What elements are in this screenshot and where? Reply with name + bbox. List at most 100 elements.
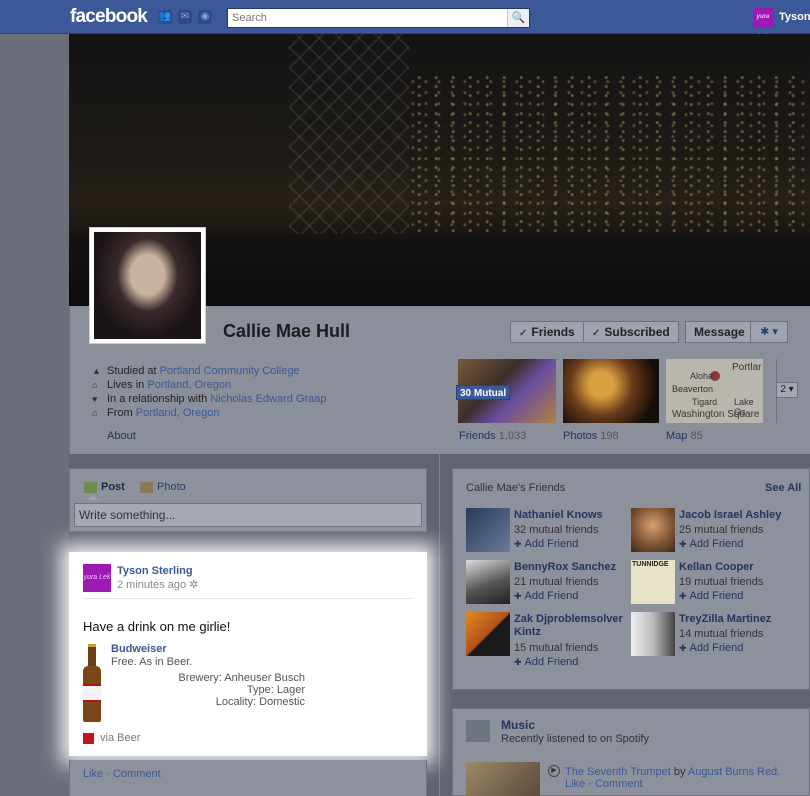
story-message: Have a drink on me girlie! [83,619,231,634]
tab-photo[interactable]: Photo [140,481,186,493]
search-box: 🔍 [227,8,530,28]
like-link[interactable]: Like [83,768,103,780]
add-friend-button[interactable]: ✚ Add Friend [514,656,578,668]
gear-dropdown-button[interactable]: ✱ ▾ [750,321,788,343]
friends-button[interactable]: ✓ Friends [510,321,584,343]
search-input[interactable] [228,9,506,27]
friend-item: BennyRox Sanchez 21 mutual friends ✚ Add … [466,560,641,606]
friend-photo[interactable] [631,612,675,656]
subscribed-button[interactable]: ✓ Subscribed [583,321,679,343]
message-button[interactable]: Message [685,321,754,343]
map-tab-label[interactable]: Map 85 [666,430,703,442]
post-icon [84,481,97,493]
add-friend-button[interactable]: ✚ Add Friend [679,590,743,602]
notifications-icon[interactable]: ◉ [198,10,212,24]
friend-requests-icon[interactable]: 👥 [158,10,172,24]
beer-brewery: Brewery: Anheuser Busch [178,672,305,684]
profile-name[interactable]: Callie Mae Hull [223,321,350,342]
beer-type: Type: Lager [246,684,305,696]
gear-icon: ✱ ▾ [760,326,778,338]
map-thumbnail[interactable]: Portlar Aloha Beaverton Tigard Lake Os W… [666,359,763,423]
home-icon: ⌂ [92,379,98,390]
story-timestamp[interactable]: 2 minutes ago ✲ [117,578,198,591]
friend-item: TUNNIDGE Kellan Cooper 19 mutual friends… [631,560,764,604]
gear-icon: ✲ [189,579,199,591]
via-app: via Beer [83,732,140,744]
music-track: The Seventh Trumpet by August Burns Red. [565,766,781,778]
top-navigation-bar: facebook 👥 ✉ ◉ 🔍 yura Lek Tyson [0,0,810,40]
story-actions: Like · Comment [83,768,161,780]
info-education: ▲ Studied at Portland Community College [92,365,300,377]
friend-photo[interactable] [466,560,510,604]
current-user-name[interactable]: Tyson [779,11,810,23]
comment-link[interactable]: Comment [113,768,161,780]
music-subtitle: Recently listened to on Spotify [501,733,649,745]
add-friend-icon: ✚ [514,538,522,549]
profile-picture[interactable] [89,227,206,344]
left-gutter [0,34,69,796]
current-user-avatar[interactable]: yura Lek [753,7,773,40]
profile-info-list: ▲ Studied at Portland Community College … [92,364,327,420]
info-relationship: ♥ In a relationship with Nicholas Edward… [92,393,327,405]
add-friend-icon: ✚ [679,642,687,653]
info-hometown: ⌂ From Portland, Oregon [92,407,220,419]
friend-photo[interactable] [466,612,510,656]
track-link[interactable]: The Seventh Trumpet [565,766,671,778]
messages-icon[interactable]: ✉ [178,10,192,24]
beer-locality: Locality: Domestic [215,696,305,708]
music-title[interactable]: Music [501,718,535,732]
house-icon: ⌂ [92,407,98,418]
beer-app-icon [83,732,94,744]
notification-jewels: 👥 ✉ ◉ [158,10,212,24]
add-friend-icon: ✚ [679,590,687,601]
album-art[interactable] [466,762,540,796]
write-something-input[interactable]: Write something... [74,503,422,527]
add-friend-icon: ✚ [514,656,522,667]
city-link[interactable]: Portland, Oregon [147,379,231,391]
add-friend-icon: ✚ [514,590,522,601]
author-link[interactable]: Tyson Sterling [117,565,193,577]
friend-photo[interactable] [631,508,675,552]
about-link[interactable]: About [107,430,136,442]
hometown-link[interactable]: Portland, Oregon [136,407,220,419]
author-avatar[interactable]: yura Lek [83,564,111,592]
facebook-logo[interactable]: facebook [70,6,148,28]
add-friend-button[interactable]: ✚ Add Friend [679,538,743,550]
photo-icon [140,481,153,493]
story-card: yura Lek Tyson Sterling 2 minutes ago ✲ … [69,552,427,756]
check-icon: ✓ [592,328,601,339]
music-like-link[interactable]: Like [565,778,585,790]
photos-thumbnail[interactable] [563,359,659,423]
friends-tab-label[interactable]: Friends 1,033 [459,430,526,442]
add-friend-icon: ✚ [679,538,687,549]
friend-item: Jacob Israel Ashley 25 mutual friends ✚ A… [631,508,806,554]
partner-link[interactable]: Nicholas Edward Graap [210,393,326,405]
friend-item: Zak Djproblemsolver Kintz 15 mutual frie… [466,612,641,668]
add-friend-button[interactable]: ✚ Add Friend [514,538,578,550]
friends-box-title: Callie Mae's Friends [466,482,566,494]
photos-tab-label[interactable]: Photos 198 [563,430,619,442]
add-friend-button[interactable]: ✚ Add Friend [679,642,743,654]
current-user[interactable]: yura Lek Tyson [753,7,810,40]
artist-link[interactable]: August Burns Red. [688,766,780,778]
beer-link[interactable]: Budweiser [111,643,167,655]
friend-photo[interactable] [466,508,510,552]
check-icon: ✓ [519,328,528,339]
beer-bottle-image[interactable] [81,644,103,722]
post-composer: Post Photo Write something... [69,468,427,532]
mutual-friends-badge: 30 Mutual [456,385,511,400]
music-actions: Like · Comment [565,778,643,790]
tab-post[interactable]: Post [84,481,125,493]
heart-icon: ♥ [92,393,98,404]
music-comment-link[interactable]: Comment [595,778,643,790]
school-link[interactable]: Portland Community College [160,365,300,377]
add-friend-button[interactable]: ✚ Add Friend [514,590,578,602]
beer-tagline: Free. As in Beer. [111,656,193,668]
more-tabs-button[interactable]: 2 ▾ [776,382,798,398]
search-icon[interactable]: 🔍 [507,9,529,27]
see-all-link[interactable]: See All [765,482,801,494]
music-icon [466,720,490,742]
play-icon[interactable]: ▶ [548,765,560,777]
friend-photo[interactable]: TUNNIDGE [631,560,675,604]
timeline-separator [439,454,440,796]
